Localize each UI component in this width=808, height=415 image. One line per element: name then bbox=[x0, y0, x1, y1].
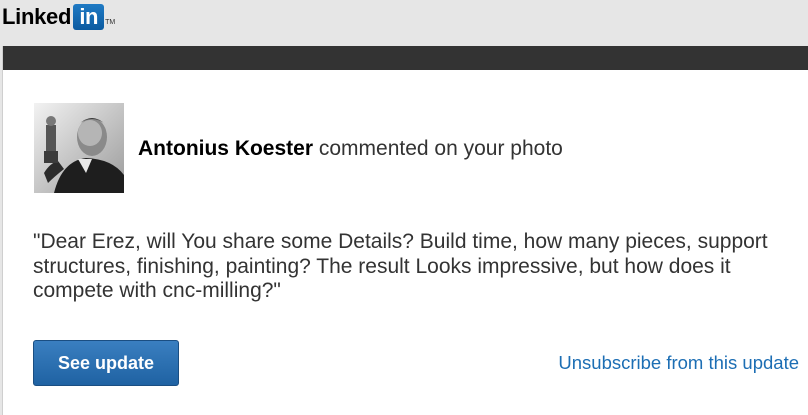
notification-headline: Antonius Koester commented on your photo bbox=[138, 136, 563, 162]
author-avatar[interactable] bbox=[34, 103, 124, 193]
logo-wordmark: Linked bbox=[2, 4, 72, 29]
unsubscribe-link[interactable]: Unsubscribe from this update bbox=[558, 351, 799, 375]
notification-card: Antonius Koester commented on your photo… bbox=[2, 46, 808, 415]
top-bar: Linked in TM bbox=[0, 0, 808, 46]
card-header-bar bbox=[3, 46, 808, 70]
action-text: commented on your photo bbox=[313, 137, 563, 160]
linkedin-logo: Linked in TM bbox=[2, 2, 115, 32]
logo-in-badge: in bbox=[73, 4, 105, 30]
see-update-button[interactable]: See update bbox=[33, 340, 179, 386]
logo-trademark: TM bbox=[105, 19, 116, 26]
author-name[interactable]: Antonius Koester bbox=[138, 137, 313, 160]
comment-text: "Dear Erez, will You share some Details?… bbox=[33, 230, 768, 302]
avatar-photo bbox=[34, 103, 124, 193]
